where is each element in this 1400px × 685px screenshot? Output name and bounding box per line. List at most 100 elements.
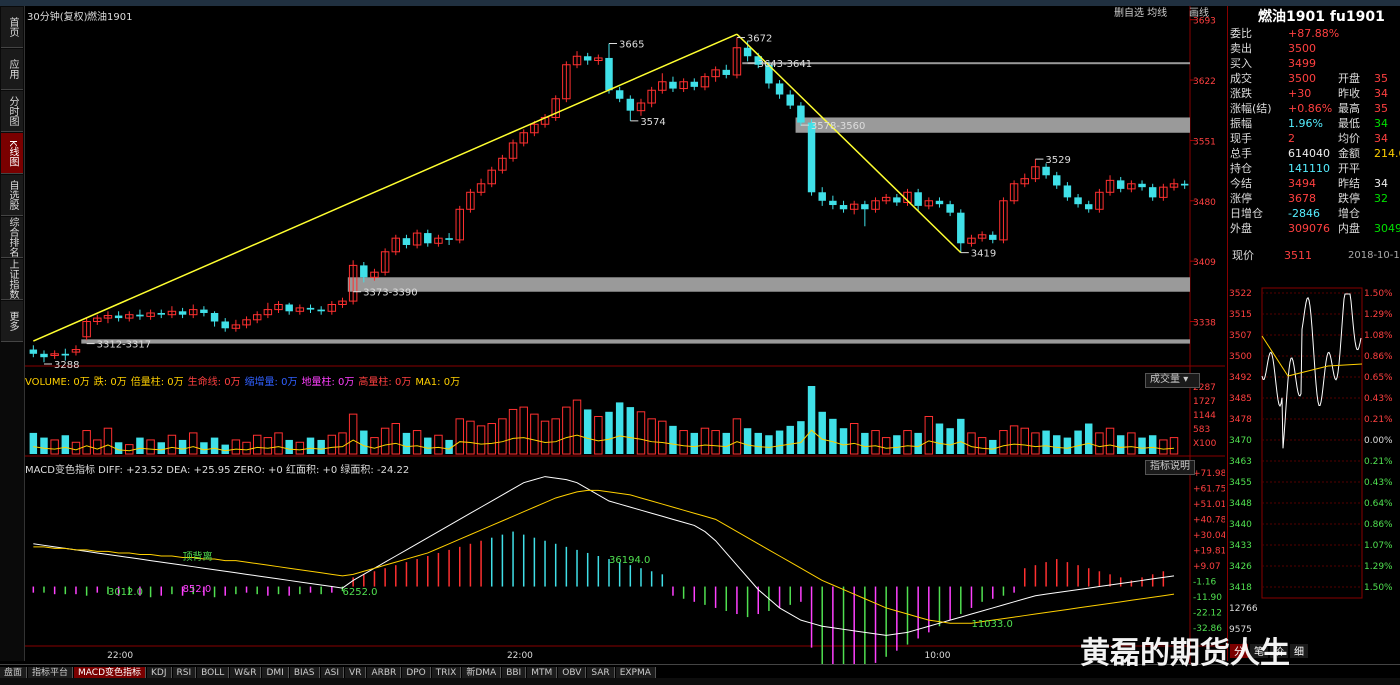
volume-tick-label: X100 (1193, 439, 1217, 449)
period-label: 30分钟(复权) (27, 12, 88, 23)
now-date: 2018-10-12, (1348, 250, 1400, 261)
kline-chart-svg[interactable]: 369336223551348034093338366536723643-364… (25, 6, 1225, 664)
volume-bar (977, 437, 987, 455)
time-tick-label: 10:00 (924, 651, 950, 661)
candle-down (360, 265, 368, 278)
mini-left-tick: 3500 (1229, 352, 1252, 362)
volume-select[interactable]: 成交量 ▾ (1145, 373, 1200, 388)
quote-value: 35 (1374, 72, 1388, 85)
support-zone (81, 339, 1191, 344)
volume-bar (807, 386, 816, 454)
volume-legend-item: 地量柱: 0万 (301, 377, 355, 388)
sidebar-item[interactable]: 上证指数 (1, 259, 23, 300)
quote-label: 内盘 (1338, 222, 1360, 235)
quote-value: +30 (1288, 87, 1312, 100)
volume-bar (605, 411, 613, 454)
sidebar-item[interactable]: 首页 (1, 7, 23, 48)
sidebar-item[interactable]: 更多 (1, 301, 23, 342)
candle-down (221, 321, 229, 329)
chart-tools[interactable]: 删自选 均线 (1110, 8, 1171, 21)
candle-down (285, 304, 293, 312)
volume-bar (317, 439, 325, 454)
volume-bar (626, 407, 635, 454)
quote-label: 持仓 (1230, 162, 1252, 175)
volume-bar (1074, 430, 1082, 454)
now-label: 现价 (1232, 249, 1254, 262)
intraday-mini-chart[interactable]: 3522 3515 3507 3500 3492 3485 3478 3470 3463 3455… (1228, 286, 1400, 661)
watermark: 黄磊的期货人生 (1080, 636, 1290, 671)
quote-label: 卖出 (1230, 42, 1252, 55)
mini-right-tick: 0.43% (1364, 478, 1393, 488)
mini-tab-label: 细 (1294, 645, 1304, 658)
candle-down (957, 212, 965, 244)
candle-down (40, 353, 48, 358)
candle-down (893, 197, 901, 203)
volume-bar (306, 437, 315, 454)
mini-right-tick: 0.65% (1364, 373, 1393, 383)
volume-bar (797, 421, 805, 454)
volume-bar (583, 409, 592, 454)
volume-bar (82, 430, 91, 455)
candle-down (402, 238, 411, 245)
candle-down (1042, 166, 1050, 176)
quote-value: 34 (1374, 117, 1388, 130)
volume-bar (1095, 432, 1104, 455)
quote-row: 卖出 3500 (1228, 41, 1400, 56)
volume-bar (476, 425, 486, 455)
volume-bar (669, 425, 677, 454)
sidebar-item[interactable]: K线图 (1, 133, 23, 174)
quote-value: 614040 (1288, 147, 1330, 160)
volume-bar (274, 432, 283, 455)
quote-label: 涨跌 (1230, 87, 1252, 100)
indicator-help-button[interactable]: 指标说明 (1145, 460, 1195, 475)
sidebar-item[interactable]: 自选股 (1, 175, 23, 216)
mini-right-tick: 1.07% (1364, 541, 1393, 551)
volume-bar (540, 420, 550, 455)
mini-left-tick: 3433 (1229, 541, 1252, 551)
mini-left-tick: 3515 (1229, 310, 1252, 320)
sidebar-item[interactable]: 应用 (1, 49, 23, 90)
volume-bar (636, 411, 646, 455)
candle-down (829, 200, 837, 206)
quote-row: 今结 3494 昨结 34 (1228, 176, 1400, 191)
macd-tick-label: +40.78 (1193, 516, 1225, 526)
volume-bar (893, 435, 901, 454)
candle-down (775, 83, 784, 95)
volume-bar (690, 432, 699, 454)
quote-value: -2846 (1288, 207, 1320, 220)
candle-down (1148, 187, 1157, 198)
volume-legend-item: 生命线: 0万 (187, 377, 241, 388)
mini-left-tick: 3507 (1229, 331, 1252, 341)
quote-label: 开盘 (1338, 72, 1360, 85)
quote-label: 成交 (1230, 72, 1252, 85)
sidebar-item[interactable]: 分时图 (1, 91, 23, 132)
volume-legend: VOLUME: 0万 跌: 0万 倍量柱: 0万 生命线: 0万 缩增量: 0万 地量柱:… (25, 373, 464, 388)
price-annotation: 3312-3317 (97, 340, 152, 351)
candle-down (157, 312, 165, 315)
quote-label: 昨收 (1338, 87, 1360, 100)
volume-bar (562, 406, 571, 455)
volume-bar (957, 418, 965, 454)
macd-label: 顶背离 (183, 550, 213, 563)
candle-down (935, 200, 944, 205)
volume-bar (881, 437, 891, 455)
mini-right-tick: 0.00% (1364, 436, 1393, 446)
macd-tick-label: +9.07 (1193, 562, 1221, 572)
quote-label: 跌停 (1338, 192, 1360, 205)
candle-down (1138, 183, 1146, 188)
quote-label: 振幅 (1230, 117, 1252, 130)
macd-tick-label: -1.16 (1193, 578, 1217, 588)
volume-bar (711, 430, 720, 455)
candle-down (839, 205, 848, 210)
main-chart-area[interactable]: 3693 3622 3551 3480 3409 3338 3665 3672 3643-364… (25, 6, 1225, 664)
draw-line-button[interactable]: 画线 (1185, 8, 1213, 21)
volume-bar (1031, 432, 1040, 455)
candle-down (317, 309, 325, 312)
volume-bar (50, 439, 59, 455)
quote-value: 3049 (1374, 222, 1400, 235)
sidebar-item[interactable]: 综合排名 (1, 217, 23, 258)
volume-bar (1009, 425, 1019, 455)
time-tick-label: 22:00 (507, 651, 533, 661)
quote-value: 1.96% (1288, 117, 1323, 130)
volume-bar (1116, 435, 1125, 454)
